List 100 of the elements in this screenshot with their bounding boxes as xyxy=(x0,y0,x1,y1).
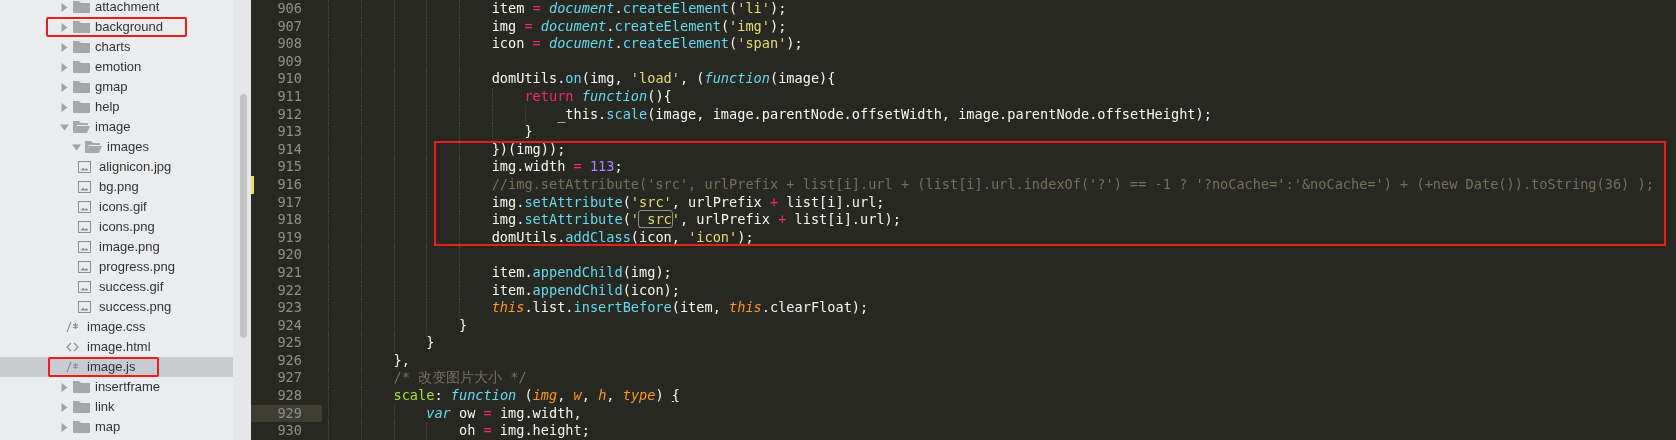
collapse-arrow-icon[interactable] xyxy=(72,142,81,152)
code-line: oh = img.height; xyxy=(457,422,590,440)
tree-row[interactable]: charts xyxy=(0,37,233,57)
line-number: 928 xyxy=(277,387,302,405)
line-number: 912 xyxy=(277,105,302,124)
tree-row[interactable]: link xyxy=(0,397,233,417)
tree-row[interactable]: images xyxy=(0,137,233,157)
line-number: 909 xyxy=(277,52,302,71)
tree-item-label: progress.png xyxy=(99,258,175,277)
comment-file-icon xyxy=(66,321,79,333)
image-file-icon xyxy=(78,221,91,233)
tree-item-label: success.png xyxy=(99,298,172,317)
code-line: img = document.createElement('img'); xyxy=(490,17,787,36)
image-file-icon xyxy=(78,161,91,173)
line-number: 923 xyxy=(277,299,302,317)
line-number: 908 xyxy=(277,35,302,53)
tree-item-label: background xyxy=(95,18,163,37)
tree-row[interactable]: help xyxy=(0,97,233,117)
tree-item-label: image.png xyxy=(99,238,160,257)
code-line: scale: function (img, w, h, type) { xyxy=(392,387,680,405)
expand-arrow-icon[interactable] xyxy=(60,82,69,92)
code-line: _this.scale(image, image.parentNode.offsetWidth, image.parentNode.offsetHeight); xyxy=(556,105,1212,124)
tree-item-label: alignicon.jpg xyxy=(99,158,172,177)
tree-row[interactable]: insertframe xyxy=(0,377,233,397)
code-line: domUtils.addClass(icon, 'icon'); xyxy=(490,228,754,247)
collapse-arrow-icon[interactable] xyxy=(60,122,69,132)
line-number: 914 xyxy=(277,140,302,159)
tree-row[interactable]: icons.gif xyxy=(0,197,233,217)
scrollbar-thumb[interactable] xyxy=(240,94,247,338)
open-folder-icon xyxy=(85,140,102,154)
image-file-icon xyxy=(78,301,91,313)
line-number: 930 xyxy=(277,422,302,440)
tree-item-label: success.gif xyxy=(99,278,164,297)
expand-arrow-icon[interactable] xyxy=(60,2,69,12)
tree-row[interactable]: image.js xyxy=(0,357,233,377)
tree-item-label: image.js xyxy=(87,358,136,377)
line-number: 917 xyxy=(277,193,302,212)
tree-row[interactable]: image xyxy=(0,117,233,137)
expand-arrow-icon[interactable] xyxy=(60,102,69,112)
folder-icon xyxy=(73,80,90,94)
tree-row[interactable]: attachment xyxy=(0,0,233,17)
tree-row[interactable]: background xyxy=(0,17,233,37)
tree-item-label: image.html xyxy=(87,338,151,357)
tree-item-label: gmap xyxy=(95,78,128,97)
tree-row[interactable]: success.gif xyxy=(0,277,233,297)
line-number: 921 xyxy=(277,263,302,282)
tree-item-label: image.css xyxy=(87,318,146,337)
code-line: icon = document.createElement('span'); xyxy=(490,35,803,53)
open-folder-icon xyxy=(73,120,90,134)
folder-icon xyxy=(73,0,90,14)
expand-arrow-icon[interactable] xyxy=(60,422,69,432)
line-number: 927 xyxy=(277,369,302,388)
tree-item-label: image xyxy=(95,118,131,137)
code-line: img.width = 113; xyxy=(490,158,623,176)
code-line: item.appendChild(img); xyxy=(490,263,672,282)
expand-arrow-icon[interactable] xyxy=(60,22,69,32)
folder-icon xyxy=(73,420,90,434)
line-number: 922 xyxy=(277,281,302,300)
folder-icon xyxy=(73,20,90,34)
tree-item-label: images xyxy=(107,138,149,157)
line-number: 929 xyxy=(277,404,302,423)
tree-row[interactable]: gmap xyxy=(0,77,233,97)
line-number: 918 xyxy=(277,211,302,229)
tree-item-label: bg.png xyxy=(99,178,139,197)
tree-row[interactable]: icons.png xyxy=(0,217,233,237)
code-line: } xyxy=(425,334,435,352)
folder-icon xyxy=(73,380,90,394)
folder-icon xyxy=(73,100,90,114)
code-line: this.list.insertBefore(item, this.clearFloat); xyxy=(490,299,869,317)
code-line: } xyxy=(523,123,533,141)
folder-icon xyxy=(73,400,90,414)
tree-row[interactable]: progress.png xyxy=(0,257,233,277)
tree-item-label: insertframe xyxy=(95,378,161,397)
comment-file-icon xyxy=(66,361,79,373)
tree-row[interactable]: image.png xyxy=(0,237,233,257)
tree-row[interactable]: alignicon.jpg xyxy=(0,157,233,177)
code-line: } xyxy=(457,316,468,335)
tree-row[interactable]: success.png xyxy=(0,297,233,317)
line-number: 911 xyxy=(277,87,302,106)
tree-item-label: link xyxy=(95,398,115,417)
code-line: item = document.createElement('li'); xyxy=(490,0,787,18)
tree-row[interactable]: map xyxy=(0,417,233,437)
line-number: 913 xyxy=(277,123,302,141)
expand-arrow-icon[interactable] xyxy=(60,402,69,412)
folder-icon xyxy=(73,40,90,54)
image-file-icon xyxy=(78,281,91,293)
line-number: 924 xyxy=(277,316,302,335)
tree-row[interactable]: image.css xyxy=(0,317,233,337)
expand-arrow-icon[interactable] xyxy=(60,62,69,72)
tree-row[interactable]: image.html xyxy=(0,337,233,357)
image-file-icon xyxy=(78,181,91,193)
line-number: 919 xyxy=(277,228,302,247)
expand-arrow-icon[interactable] xyxy=(60,42,69,52)
tree-row[interactable]: emotion xyxy=(0,57,233,77)
code-brackets-icon xyxy=(66,341,79,353)
line-number: 920 xyxy=(277,246,302,264)
line-number: 926 xyxy=(277,351,302,370)
code-line: img.setAttribute('src', urlPrefix + list[i].url; xyxy=(490,193,885,212)
tree-row[interactable]: bg.png xyxy=(0,177,233,197)
expand-arrow-icon[interactable] xyxy=(60,382,69,392)
